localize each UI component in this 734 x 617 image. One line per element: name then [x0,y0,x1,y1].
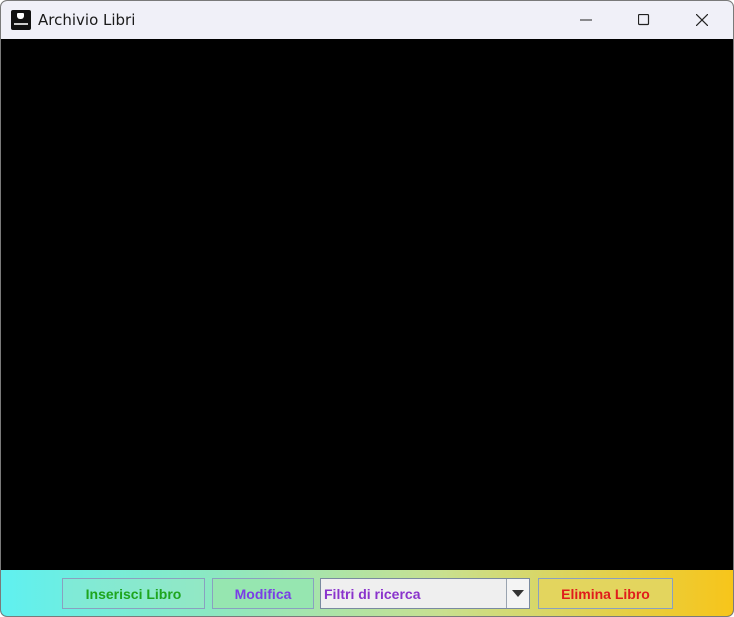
close-icon [696,14,708,26]
dropdown-arrow-button[interactable] [506,579,529,608]
minimize-icon [580,19,592,21]
app-icon[interactable] [11,10,31,30]
search-filter-value: Filtri di ricerca [324,586,421,602]
chevron-down-icon [512,590,524,597]
maximize-button[interactable] [615,1,673,39]
window-title: Archivio Libri [38,11,136,29]
close-button[interactable] [673,1,731,39]
app-icon-line [14,23,28,25]
minimize-button[interactable] [557,1,615,39]
maximize-icon [638,14,650,26]
main-content-area [1,39,733,570]
insert-book-button[interactable]: Inserisci Libro [62,578,205,609]
modify-button[interactable]: Modifica [212,578,314,609]
title-bar[interactable]: Archivio Libri [1,1,733,39]
app-window: Archivio Libri Inserisci Libro Modifica … [0,0,734,617]
app-icon-shape [17,13,24,19]
bottom-toolbar: Inserisci Libro Modifica Filtri di ricer… [1,570,733,616]
delete-book-button[interactable]: Elimina Libro [538,578,673,609]
search-filter-dropdown[interactable]: Filtri di ricerca [320,578,530,609]
